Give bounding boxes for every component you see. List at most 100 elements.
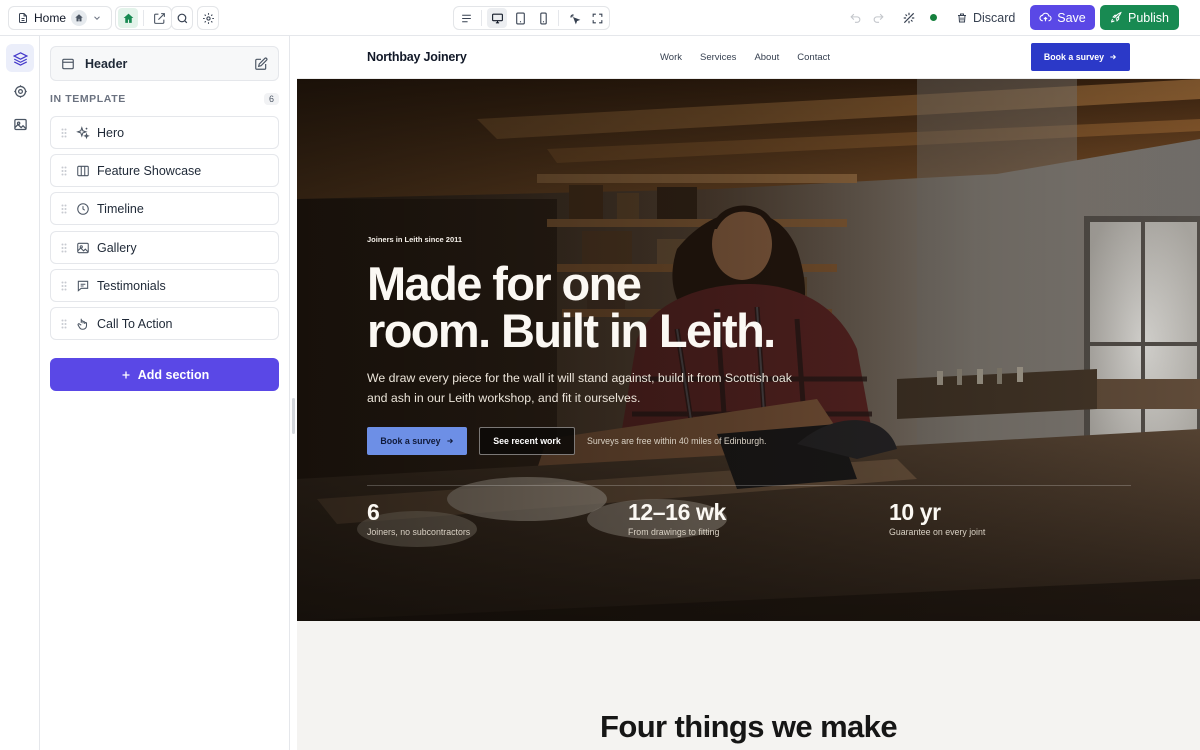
hero-eyebrow: Joiners in Leith since 2011 <box>367 235 463 244</box>
arrow-right-icon <box>1109 53 1117 61</box>
status-indicator <box>930 14 937 21</box>
section-item-call-to-action[interactable]: Call To Action <box>50 307 279 340</box>
hero-note: Surveys are free within 40 miles of Edin… <box>587 436 767 446</box>
hero-secondary-label: See recent work <box>493 436 561 446</box>
file-icon <box>17 12 29 24</box>
undo-icon[interactable] <box>846 9 864 27</box>
nav-link-contact[interactable]: Contact <box>797 52 830 63</box>
section-label: Hero <box>97 125 125 140</box>
align-left-icon[interactable] <box>456 8 476 28</box>
preview-canvas: Northbay Joinery Work Services About Con… <box>297 36 1200 750</box>
rocket-icon <box>1110 11 1123 24</box>
section-label: Gallery <box>97 240 137 255</box>
stat-lead-time: 12–16 wk From drawings to fitting <box>628 499 726 537</box>
page-actions-group <box>115 6 172 30</box>
home-icon[interactable] <box>118 8 138 28</box>
layers-icon <box>12 51 28 66</box>
stat-value: 6 <box>367 499 380 525</box>
feature-showcase-section[interactable]: Four things we make <box>297 621 1200 750</box>
stats-divider <box>367 485 1131 486</box>
hero-primary-label: Book a survey <box>380 436 441 446</box>
stat-caption: Guarantee on every joint <box>889 527 986 537</box>
layers-button[interactable] <box>6 44 34 72</box>
in-template-label: IN TEMPLATE <box>50 93 126 105</box>
section-label: Testimonials <box>97 278 166 293</box>
trash-icon <box>956 12 968 24</box>
hero-headline-line-2: room. Built in Leith. <box>367 304 776 357</box>
publish-button[interactable]: Publish <box>1100 5 1179 30</box>
nav-link-services[interactable]: Services <box>700 52 736 63</box>
arrow-right-icon <box>446 437 454 445</box>
editor-toolbar: Home Discard Save Publish <box>0 0 1200 36</box>
publish-label: Publish <box>1128 10 1169 25</box>
ai-disabled-icon[interactable] <box>900 9 918 27</box>
add-section-button[interactable]: Add section <box>50 358 279 391</box>
layout-icon <box>61 57 75 71</box>
edit-icon[interactable] <box>254 57 268 71</box>
drag-handle-icon[interactable] <box>59 281 69 291</box>
add-section-label: Add section <box>137 367 210 382</box>
stat-caption: Joiners, no subcontractors <box>367 527 471 537</box>
settings-button[interactable] <box>197 6 219 30</box>
search-button[interactable] <box>171 6 193 30</box>
drag-handle-icon[interactable] <box>59 243 69 253</box>
nav-link-work[interactable]: Work <box>660 52 682 63</box>
external-edit-icon[interactable] <box>149 8 169 28</box>
fullscreen-icon[interactable] <box>587 8 607 28</box>
section-label: Timeline <box>97 201 144 216</box>
save-button[interactable]: Save <box>1030 5 1095 30</box>
page-name: Home <box>34 11 67 25</box>
stat-value: 12–16 wk <box>628 499 726 525</box>
section-count-badge: 6 <box>263 93 279 105</box>
section-item-feature-showcase[interactable]: Feature Showcase <box>50 154 279 187</box>
save-label: Save <box>1057 10 1086 25</box>
settings-button[interactable] <box>6 77 34 105</box>
desktop-icon[interactable] <box>487 8 507 28</box>
stat-caption: From drawings to fitting <box>628 527 720 537</box>
stat-value: 10 yr <box>889 499 941 525</box>
divider <box>558 10 559 26</box>
section-item-timeline[interactable]: Timeline <box>50 192 279 225</box>
in-template-heading: IN TEMPLATE 6 <box>50 92 279 106</box>
header-section-item[interactable]: Header <box>50 46 279 81</box>
stat-joiners: 6 Joiners, no subcontractors <box>367 499 470 537</box>
left-rail <box>0 36 40 750</box>
cloud-upload-icon <box>1039 11 1052 24</box>
image-icon <box>13 117 28 132</box>
panel-resize-handle[interactable] <box>292 398 295 434</box>
drag-handle-icon[interactable] <box>59 166 69 176</box>
page-selector[interactable]: Home <box>8 6 112 30</box>
nav-cta-label: Book a survey <box>1043 52 1105 62</box>
site-nav-links: Work Services About Contact <box>660 52 830 63</box>
drag-handle-icon[interactable] <box>59 128 69 138</box>
section-label: Call To Action <box>97 316 173 331</box>
drag-handle-icon[interactable] <box>59 204 69 214</box>
divider <box>481 10 482 26</box>
redo-icon[interactable] <box>869 9 887 27</box>
tablet-icon[interactable] <box>510 8 530 28</box>
section-item-hero[interactable]: Hero <box>50 116 279 149</box>
pointer-icon[interactable] <box>564 8 584 28</box>
drag-handle-icon[interactable] <box>59 319 69 329</box>
site-header[interactable]: Northbay Joinery Work Services About Con… <box>297 36 1200 79</box>
hero-subtext: We draw every piece for the wall it will… <box>367 371 792 405</box>
home-icon <box>71 10 88 26</box>
sections-panel: Header IN TEMPLATE 6 Hero Feature Showca… <box>40 36 290 750</box>
nav-book-survey-button[interactable]: Book a survey <box>1031 43 1130 71</box>
hero-recent-work-button[interactable]: See recent work <box>479 427 575 455</box>
nav-link-about[interactable]: About <box>754 52 779 63</box>
settings-icon <box>13 84 28 99</box>
header-section-label: Header <box>85 56 128 71</box>
divider <box>143 10 144 26</box>
mobile-icon[interactable] <box>533 8 553 28</box>
site-brand[interactable]: Northbay Joinery <box>367 50 467 64</box>
section-item-testimonials[interactable]: Testimonials <box>50 269 279 302</box>
hero-book-survey-button[interactable]: Book a survey <box>367 427 467 455</box>
columns-icon <box>76 164 90 178</box>
media-button[interactable] <box>6 110 34 138</box>
section-item-gallery[interactable]: Gallery <box>50 231 279 264</box>
discard-button[interactable]: Discard <box>956 8 1015 28</box>
message-icon <box>76 279 90 293</box>
hero-section[interactable]: Joiners in Leith since 2011 Made for one… <box>297 79 1200 621</box>
stat-guarantee: 10 yr Guarantee on every joint <box>889 499 985 537</box>
